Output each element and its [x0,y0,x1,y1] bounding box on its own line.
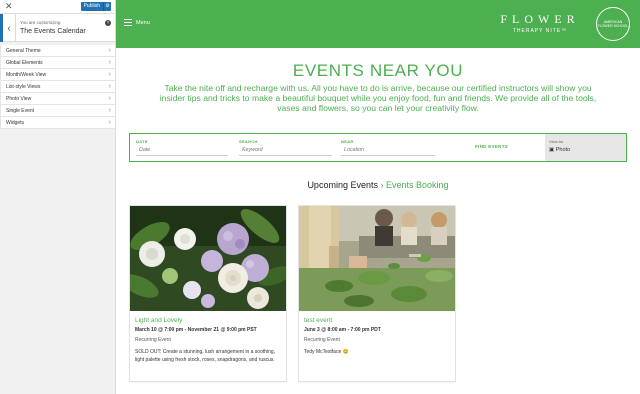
photo-icon: ▣ [549,147,555,153]
event-description: Tedy McTestface 😊 [304,349,349,355]
menu-item-list-style-views[interactable]: List-style Views › [0,81,115,93]
events-booking-link[interactable]: Events Booking [386,180,449,190]
back-arrow-icon[interactable]: ‹ [0,14,16,42]
keyword-input[interactable]: Keyword [239,147,332,156]
customizing-label: You are customizing [20,20,61,25]
menu-item-global-elements[interactable]: Global Elements › [0,57,115,69]
chevron-right-icon: › [108,107,111,114]
menu-item-label: Global Elements [6,59,43,66]
screen: ✕ Publish ⚙ ‹ You are customizing The Ev… [0,0,640,394]
view-as-value-text: Photo [555,147,571,153]
event-image-workshop[interactable] [299,206,455,311]
publish-button[interactable]: Publish [80,2,103,11]
chevron-right-icon: › [108,59,111,66]
menu-item-month-week-view[interactable]: Month/Week View › [0,69,115,81]
logo-subtext: THERAPY NITE™ [512,28,568,34]
event-title[interactable]: test event [304,317,332,324]
site-header: Menu FLOWER THERAPY NITE™ AMERICAN FLOWE… [116,0,640,48]
close-icon[interactable]: ✕ [5,2,13,11]
badge-text: AMERICAN FLOWER SCHOOL [597,19,629,29]
site-preview: Menu FLOWER THERAPY NITE™ AMERICAN FLOWE… [116,0,640,394]
event-date: March 10 @ 7:00 pm - November 21 @ 9:00 … [135,327,257,333]
event-description: SOLD OUT: Create a stunning, lush arrang… [135,349,276,363]
near-label: NEAR [341,139,354,144]
search-label: SEARCH [239,139,258,144]
upcoming-events-label: Upcoming Events [307,180,378,190]
chevron-right-icon: › [108,95,111,102]
customizer-toolbar: ✕ Publish ⚙ [0,0,115,14]
menu-label[interactable]: Menu [136,20,150,26]
date-input[interactable]: Date [136,147,228,156]
events-search-bar: DATE Date SEARCH Keyword NEAR Location F… [129,133,627,162]
page-title: EVENTS NEAR YOU [292,61,464,80]
location-input[interactable]: Location [341,147,435,156]
menu-item-label: List-style Views [6,83,41,90]
event-image-bouquet[interactable] [130,206,286,311]
customizer-panel: ✕ Publish ⚙ ‹ You are customizing The Ev… [0,0,116,394]
chevron-right-icon: › [108,71,111,78]
chevron-right-icon: › [108,119,111,126]
menu-item-label: Single Event [6,107,35,114]
intro-text: Take the nite off and recharge with us. … [159,83,597,113]
find-events-button[interactable]: FIND EVENTS [475,144,508,149]
american-flower-school-badge: AMERICAN FLOWER SCHOOL [596,7,630,41]
publish-group: Publish ⚙ [80,2,111,11]
view-as-selector[interactable]: View As ▣ Photo [545,134,626,161]
view-as-label: View As [549,139,564,144]
recurring-label[interactable]: Recurring Event [135,337,171,343]
breadcrumb: Upcoming Events › Events Booking [116,180,640,190]
event-date: June 3 @ 8:00 am - 7:00 pm PDT [304,327,381,333]
date-field[interactable]: DATE Date [136,139,228,157]
hamburger-menu-icon[interactable] [124,19,132,27]
menu-item-single-event[interactable]: Single Event › [0,105,115,117]
menu-item-general-theme[interactable]: General Theme › [0,45,115,57]
gear-icon[interactable]: ⚙ [103,2,111,11]
event-title[interactable]: Light and Lovely [135,317,182,324]
near-field[interactable]: NEAR Location [341,139,435,157]
view-as-value[interactable]: ▣ Photo [549,147,570,153]
help-icon[interactable]: ? [105,20,111,26]
menu-item-photo-view[interactable]: Photo View › [0,93,115,105]
menu-item-label: Month/Week View [6,71,47,78]
customizer-menu: General Theme › Global Elements › Month/… [0,45,115,129]
menu-item-label: General Theme [6,47,41,54]
menu-item-widgets[interactable]: Widgets › [0,117,115,129]
chevron-right-icon: › [108,47,111,54]
recurring-label[interactable]: Recurring Event [304,337,340,343]
date-label: DATE [136,139,148,144]
customizer-section-info: ‹ You are customizing The Events Calenda… [0,14,115,42]
logo-text: FLOWER [500,12,580,26]
section-title: The Events Calendar [20,28,86,35]
event-card[interactable]: test event June 3 @ 8:00 am - 7:00 pm PD… [298,205,456,382]
breadcrumb-separator: › [380,180,384,190]
menu-item-label: Widgets [6,119,25,126]
site-logo[interactable]: FLOWER THERAPY NITE™ [490,12,590,34]
search-field[interactable]: SEARCH Keyword [239,139,332,157]
event-card[interactable]: Light and Lovely March 10 @ 7:00 pm - No… [129,205,287,382]
chevron-right-icon: › [108,83,111,90]
menu-item-label: Photo View [6,95,32,102]
